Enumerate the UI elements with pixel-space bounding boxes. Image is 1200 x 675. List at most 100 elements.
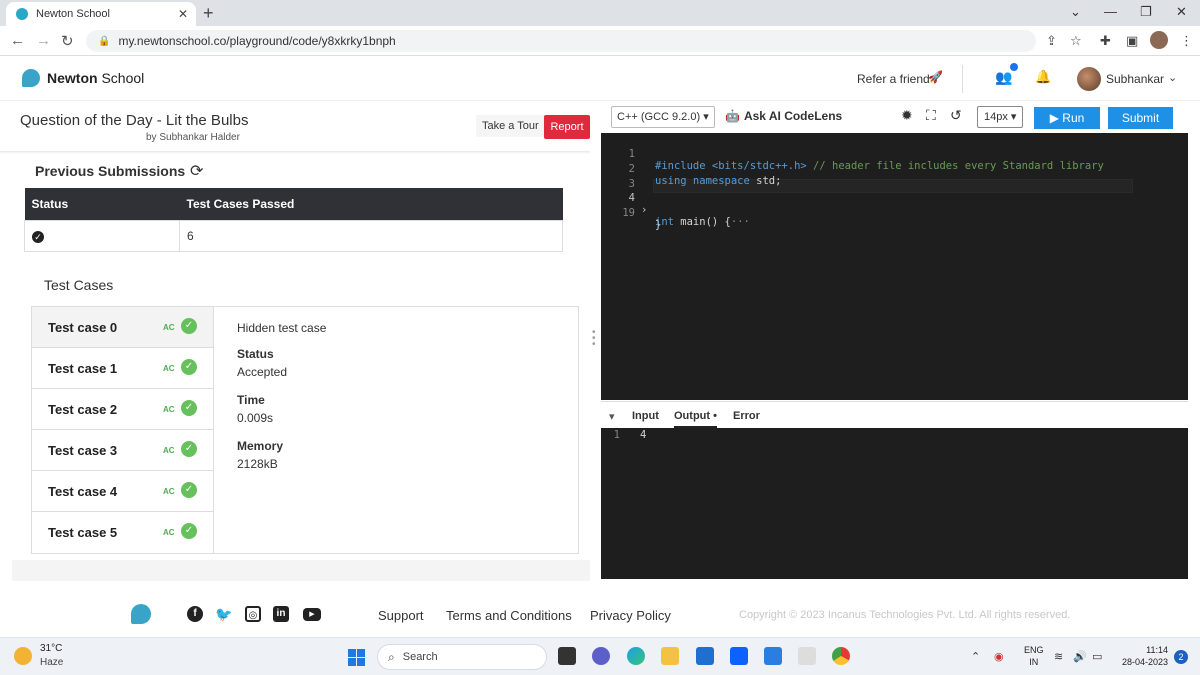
- system-clock[interactable]: 11:14 28-04-2023: [1118, 644, 1168, 668]
- language-select[interactable]: C++ (GCC 9.2.0) ▾: [611, 106, 715, 128]
- privacy-link[interactable]: Privacy Policy: [590, 608, 671, 623]
- window-close-icon[interactable]: ✕: [1176, 4, 1187, 20]
- side-panel-icon[interactable]: ▣: [1126, 33, 1138, 49]
- mail-icon[interactable]: [696, 647, 714, 665]
- test-case-label: Test case 2: [48, 401, 118, 417]
- volume-icon[interactable]: 🔊: [1073, 650, 1087, 663]
- ac-badge: AC: [163, 323, 175, 332]
- weather-condition[interactable]: Haze: [40, 657, 63, 668]
- fullscreen-icon[interactable]: ⛶: [926, 107, 936, 124]
- test-case-list: Test case 0 AC ✓ Test case 1 AC ✓ Test c…: [32, 307, 214, 553]
- youtube-icon[interactable]: ▶: [303, 608, 321, 621]
- url-bar[interactable]: 🔒 my.newtonschool.co/playground/code/y8x…: [86, 30, 1036, 52]
- refer-a-friend-link[interactable]: Refer a friend: [857, 72, 930, 86]
- test-case-item[interactable]: Test case 3 AC ✓: [32, 430, 213, 471]
- panel-resize-handle[interactable]: • • •: [592, 328, 596, 350]
- teams-chat-icon[interactable]: [592, 647, 610, 665]
- instagram-icon[interactable]: ◎: [245, 606, 261, 622]
- test-case-item[interactable]: Test case 4 AC ✓: [32, 471, 213, 512]
- security-icon[interactable]: ◉: [994, 650, 1004, 663]
- refresh-icon[interactable]: ⟳: [190, 161, 203, 181]
- extensions-icon[interactable]: ✚: [1100, 33, 1111, 49]
- io-dropdown-icon[interactable]: ▾: [609, 410, 615, 423]
- question-title: Question of the Day - Lit the Bulbs: [20, 112, 249, 129]
- tab-output[interactable]: Output •: [674, 410, 717, 428]
- tab-search-chevron-icon[interactable]: ⌄: [1070, 4, 1081, 20]
- ask-ai-codelens-button[interactable]: 🤖 Ask AI CodeLens: [725, 109, 842, 123]
- newton-logo-icon[interactable]: [22, 69, 40, 87]
- tab-error[interactable]: Error: [733, 410, 760, 422]
- output-text: 4: [640, 429, 647, 441]
- browser-menu-icon[interactable]: ⋮: [1180, 33, 1193, 49]
- browser-profile-avatar[interactable]: [1150, 31, 1168, 49]
- code-editor[interactable]: 1 #include <bits/stdc++.h> // header fil…: [601, 133, 1188, 400]
- status-cell: ✓: [24, 219, 180, 252]
- take-a-tour-button[interactable]: Take a Tour: [476, 115, 545, 137]
- sway-icon[interactable]: [764, 647, 782, 665]
- back-icon[interactable]: ←: [10, 32, 25, 49]
- reset-code-icon[interactable]: ↺: [950, 107, 962, 124]
- check-circle-icon: ✓: [181, 359, 197, 375]
- bookmark-star-icon[interactable]: ☆: [1070, 33, 1082, 49]
- language-indicator[interactable]: ENG IN: [1024, 644, 1044, 668]
- brand-name[interactable]: Newton School: [47, 70, 144, 86]
- panel-divider: [0, 151, 590, 154]
- folded-ellipsis[interactable]: ···: [731, 216, 750, 228]
- paint-icon[interactable]: [798, 647, 816, 665]
- task-view-icon[interactable]: [558, 647, 576, 665]
- taskbar-search[interactable]: ⌕ Search: [377, 644, 547, 670]
- dropbox-icon[interactable]: [730, 647, 748, 665]
- time-value: 0.009s: [237, 411, 274, 425]
- temperature[interactable]: 31°C: [40, 643, 62, 654]
- chrome-icon[interactable]: [832, 647, 850, 665]
- settings-icon[interactable]: ✹: [901, 107, 913, 124]
- test-case-item[interactable]: Test case 5 AC ✓: [32, 512, 213, 553]
- header-divider: [962, 65, 963, 93]
- test-case-item[interactable]: Test case 1 AC ✓: [32, 348, 213, 389]
- tab-input[interactable]: Input: [632, 410, 659, 422]
- terms-link[interactable]: Terms and Conditions: [446, 608, 572, 623]
- windows-start-icon[interactable]: [348, 649, 365, 666]
- test-case-label: Test case 0: [48, 319, 118, 335]
- weather-haze-icon[interactable]: [14, 647, 32, 665]
- test-case-item[interactable]: Test case 2 AC ✓: [32, 389, 213, 430]
- user-avatar[interactable]: [1077, 67, 1101, 91]
- wifi-icon[interactable]: ≋: [1054, 650, 1063, 663]
- forward-icon[interactable]: →: [36, 32, 51, 49]
- tab-close-icon[interactable]: ✕: [178, 7, 188, 21]
- facebook-icon[interactable]: f: [187, 606, 203, 622]
- battery-icon[interactable]: ▭: [1092, 650, 1102, 663]
- linkedin-icon[interactable]: in: [273, 606, 289, 622]
- new-tab-icon[interactable]: +: [203, 3, 214, 24]
- font-size-select[interactable]: 14px ▾: [977, 106, 1023, 128]
- file-explorer-icon[interactable]: [661, 647, 679, 665]
- community-icon[interactable]: 👥: [995, 69, 1012, 86]
- table-row: ✓ 6: [24, 219, 563, 252]
- reload-icon[interactable]: ↻: [61, 32, 74, 50]
- chevron-up-icon[interactable]: ⌃: [971, 650, 980, 663]
- username[interactable]: Subhankar: [1106, 72, 1164, 86]
- submit-button[interactable]: Submit: [1108, 107, 1173, 129]
- test-case-item[interactable]: Test case 0 AC ✓: [32, 307, 213, 348]
- run-button[interactable]: ▶ Run: [1034, 107, 1100, 129]
- ac-badge: AC: [163, 364, 175, 373]
- minimize-icon[interactable]: —: [1104, 4, 1117, 19]
- code-text: main() {: [673, 216, 731, 228]
- browser-tab[interactable]: Newton School ✕: [6, 2, 196, 26]
- notification-badge[interactable]: 2: [1174, 650, 1188, 664]
- share-icon[interactable]: ⇪: [1046, 33, 1057, 49]
- previous-submissions-heading: Previous Submissions: [35, 163, 186, 179]
- test-case-label: Test case 4: [48, 483, 118, 499]
- restore-icon[interactable]: ❐: [1140, 4, 1152, 20]
- report-button[interactable]: Report: [544, 115, 590, 139]
- site-header: Newton School Refer a friend 🚀 👥 🔔 Subha…: [0, 57, 1200, 101]
- newton-logo-icon[interactable]: [131, 604, 151, 624]
- output-console[interactable]: 1 4: [601, 428, 1188, 579]
- check-circle-icon: ✓: [32, 230, 44, 243]
- twitter-icon[interactable]: 🐦: [215, 606, 232, 622]
- chevron-down-icon[interactable]: ⌄: [1168, 71, 1177, 84]
- support-link[interactable]: Support: [378, 608, 424, 623]
- panel-bottom-bar: [12, 560, 590, 581]
- bell-icon[interactable]: 🔔: [1035, 69, 1051, 85]
- edge-icon[interactable]: [627, 647, 645, 665]
